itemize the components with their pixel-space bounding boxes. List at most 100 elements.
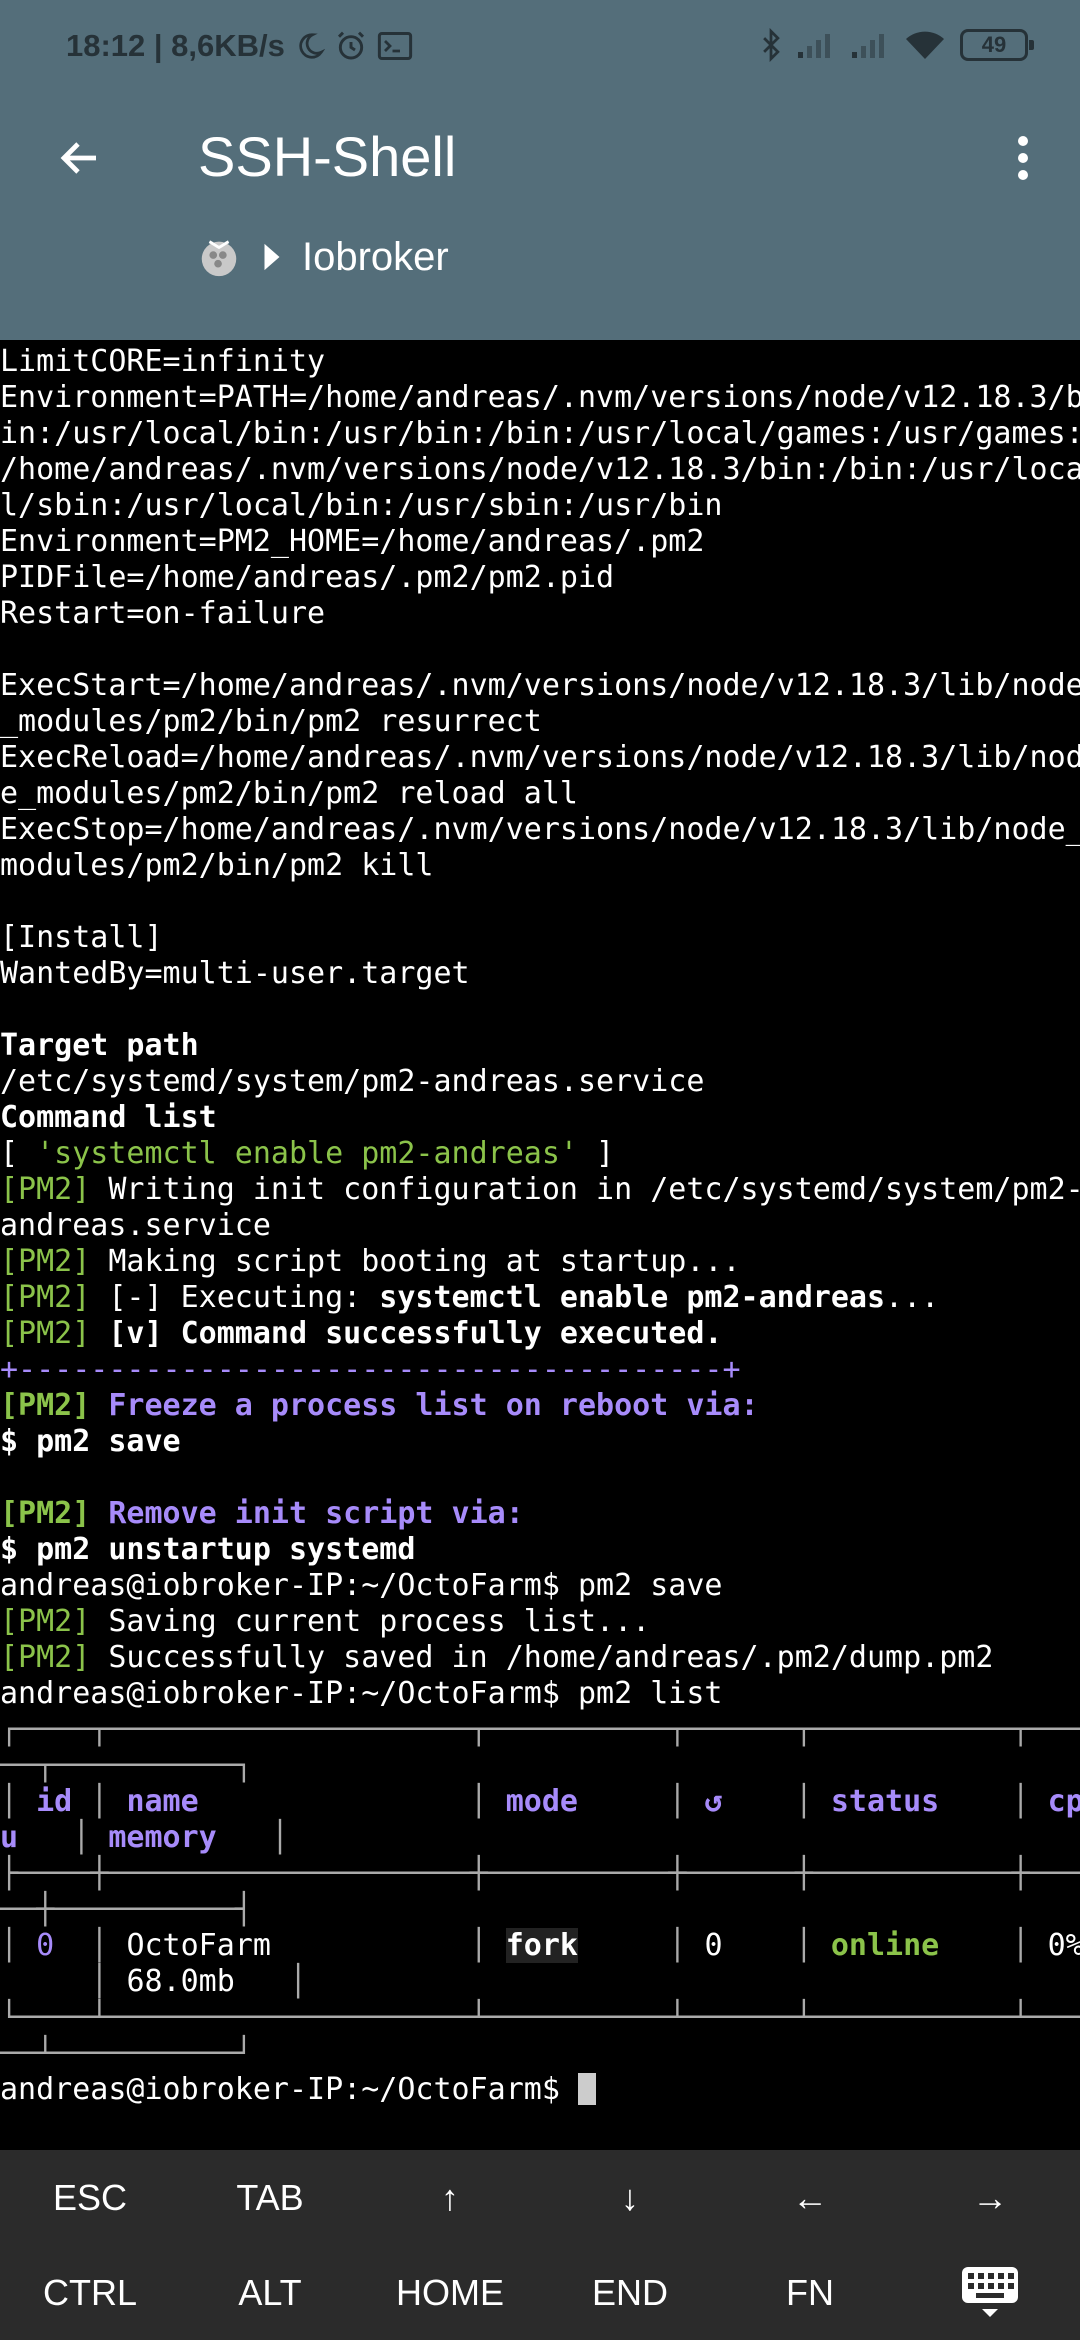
pm2-tag: [PM2] bbox=[0, 1496, 91, 1531]
bluetooth-icon bbox=[763, 28, 780, 62]
status-bar: 18:12 | 8,6KB/s 49 bbox=[0, 0, 1080, 96]
pm2-tag: [PM2] bbox=[0, 1316, 91, 1351]
arrow-left-icon bbox=[60, 142, 96, 174]
alarm-icon bbox=[337, 31, 364, 60]
app-toolbar: SSH-Shell Iobroker bbox=[0, 96, 1080, 340]
signal-icon bbox=[798, 34, 830, 58]
key-tab[interactable]: TAB bbox=[180, 2150, 360, 2245]
keyboard-icon bbox=[962, 2266, 1018, 2317]
terminal-line: in:/usr/local/bin:/usr/bin:/bin:/usr/loc… bbox=[0, 416, 1080, 451]
wifi-icon bbox=[906, 31, 944, 59]
key-arrow-up[interactable]: ↑ bbox=[360, 2150, 540, 2245]
pm2-tag: [PM2] bbox=[0, 1604, 91, 1639]
terminal-line: l/sbin:/usr/local/bin:/usr/sbin:/usr/bin bbox=[0, 488, 723, 523]
terminal-line: Saving current process list... bbox=[90, 1604, 651, 1639]
key-arrow-down[interactable]: ↓ bbox=[540, 2150, 720, 2245]
terminal-line: LimitCORE=infinity bbox=[0, 344, 326, 379]
terminal-line: modules/pm2/bin/pm2 kill bbox=[0, 848, 434, 883]
terminal-line: $ pm2 save bbox=[0, 1424, 181, 1459]
terminal-text-segment: [-] Executing: bbox=[90, 1280, 380, 1315]
table-header: status bbox=[830, 1784, 940, 1819]
table-cell: fork bbox=[505, 1928, 578, 1963]
terminal-line: _modules/pm2/bin/pm2 resurrect bbox=[0, 704, 542, 739]
table-header: cp bbox=[1047, 1784, 1080, 1819]
terminal-line: Writing init configuration in /etc/syste… bbox=[90, 1172, 1080, 1207]
pm2-tag: [PM2] bbox=[0, 1172, 91, 1207]
table-border: │ bbox=[216, 1820, 289, 1855]
table-border: │ bbox=[578, 1928, 705, 1963]
table-border: │ bbox=[577, 1784, 705, 1819]
table-border: │ bbox=[72, 1784, 127, 1819]
table-cell: OctoFarm bbox=[126, 1928, 271, 1963]
terminal-line: andreas@iobroker-IP:~/OctoFarm$ pm2 list bbox=[0, 1676, 723, 1711]
table-cell: 0% bbox=[1047, 1928, 1080, 1963]
terminal-line: andreas@iobroker-IP:~/OctoFarm$ pm2 save bbox=[0, 1568, 723, 1603]
terminal-text-segment: ... bbox=[885, 1280, 940, 1315]
terminal-line: Environment=PM2_HOME=/home/andreas/.pm2 bbox=[0, 524, 705, 559]
raspberry-icon bbox=[201, 240, 237, 277]
success-text: [v] Command successfully executed. bbox=[108, 1316, 723, 1351]
terminal-line: ExecStart=/home/andreas/.nvm/versions/no… bbox=[0, 668, 1080, 703]
terminal-line: /home/andreas/.nvm/versions/node/v12.18.… bbox=[0, 452, 1080, 487]
key-esc[interactable]: ESC bbox=[0, 2150, 180, 2245]
key-home[interactable]: HOME bbox=[360, 2245, 540, 2340]
table-border: ──┴──────────┘ bbox=[0, 2036, 253, 2071]
time-speed: 18:12 | 8,6KB/s bbox=[66, 28, 285, 63]
table-border: ┌────┬────────────────────┬──────────┬──… bbox=[0, 1712, 1080, 1747]
hint-text: Remove init script via: bbox=[90, 1496, 524, 1531]
key-end[interactable]: END bbox=[540, 2245, 720, 2340]
table-header: ↺ bbox=[704, 1784, 723, 1819]
back-button[interactable] bbox=[40, 118, 120, 198]
breadcrumb: Iobroker bbox=[196, 234, 449, 280]
hint-text: Freeze a process list on reboot via: bbox=[90, 1388, 759, 1423]
terminal-text-segment: ] bbox=[577, 1136, 615, 1171]
command-text: systemctl enable pm2-andreas bbox=[379, 1280, 886, 1315]
terminal-text: LimitCORE=infinity Environment=PATH=/hom… bbox=[0, 340, 1080, 2108]
signal-icon bbox=[852, 34, 884, 58]
overflow-menu-button[interactable] bbox=[988, 118, 1058, 198]
terminal-output[interactable]: LimitCORE=infinity Environment=PATH=/hom… bbox=[0, 340, 1080, 2150]
table-border: │ bbox=[198, 1784, 506, 1819]
table-border: │ bbox=[54, 1928, 127, 1963]
pm2-tag: [PM2] bbox=[0, 1244, 91, 1279]
table-header: u bbox=[0, 1820, 19, 1855]
table-header: memory bbox=[108, 1820, 217, 1855]
key-alt[interactable]: ALT bbox=[180, 2245, 360, 2340]
keys-row-1: ESC TAB ↑ ↓ ← → bbox=[0, 2150, 1080, 2245]
chevron-right-icon bbox=[264, 243, 280, 271]
pm2-tag: [PM2] bbox=[0, 1280, 91, 1315]
key-arrow-right[interactable]: → bbox=[900, 2150, 1080, 2245]
status-right: 49 bbox=[760, 28, 1034, 62]
table-header: mode bbox=[505, 1784, 578, 1819]
terminal-text-segment: [ bbox=[0, 1136, 37, 1171]
key-arrow-left[interactable]: ← bbox=[720, 2150, 900, 2245]
table-border: ──┼──────────┤ bbox=[0, 1892, 253, 1927]
more-vert-icon bbox=[1018, 136, 1028, 180]
table-cell: 0 bbox=[704, 1928, 723, 1963]
terminal-line: Environment=PATH=/home/andreas/.nvm/vers… bbox=[0, 380, 1080, 415]
table-border: │ bbox=[0, 1964, 127, 1999]
status-left: 18:12 | 8,6KB/s bbox=[66, 28, 413, 64]
terminal-line: WantedBy=multi-user.target bbox=[0, 956, 470, 991]
terminal-line: Restart=on-failure bbox=[0, 596, 326, 631]
terminal-line: ExecStop=/home/andreas/.nvm/versions/nod… bbox=[0, 812, 1080, 847]
keyboard-toggle-button[interactable] bbox=[900, 2245, 1080, 2340]
terminal-line: /etc/systemd/system/pm2-andreas.service bbox=[0, 1064, 705, 1099]
table-border: └────┴────────────────────┴──────────┴──… bbox=[0, 2000, 1080, 2035]
key-fn[interactable]: FN bbox=[720, 2245, 900, 2340]
pm2-tag: [PM2] bbox=[0, 1388, 91, 1423]
table-cell-status: online bbox=[830, 1928, 940, 1963]
table-border: │ bbox=[270, 1928, 506, 1963]
breadcrumb-host[interactable]: Iobroker bbox=[302, 235, 449, 280]
terminal-cursor[interactable] bbox=[577, 2073, 596, 2105]
moon-icon bbox=[299, 33, 325, 59]
table-border: ──┬──────────┐ bbox=[0, 1748, 253, 1783]
terminal-line: [Install] bbox=[0, 920, 163, 955]
key-ctrl[interactable]: CTRL bbox=[0, 2245, 180, 2340]
battery-icon: 49 bbox=[960, 29, 1034, 61]
page-title: SSH-Shell bbox=[198, 125, 457, 188]
command-string: 'systemctl enable pm2-andreas' bbox=[36, 1136, 578, 1171]
terminal-line: PIDFile=/home/andreas/.pm2/pm2.pid bbox=[0, 560, 615, 595]
table-border: │ bbox=[939, 1928, 1048, 1963]
